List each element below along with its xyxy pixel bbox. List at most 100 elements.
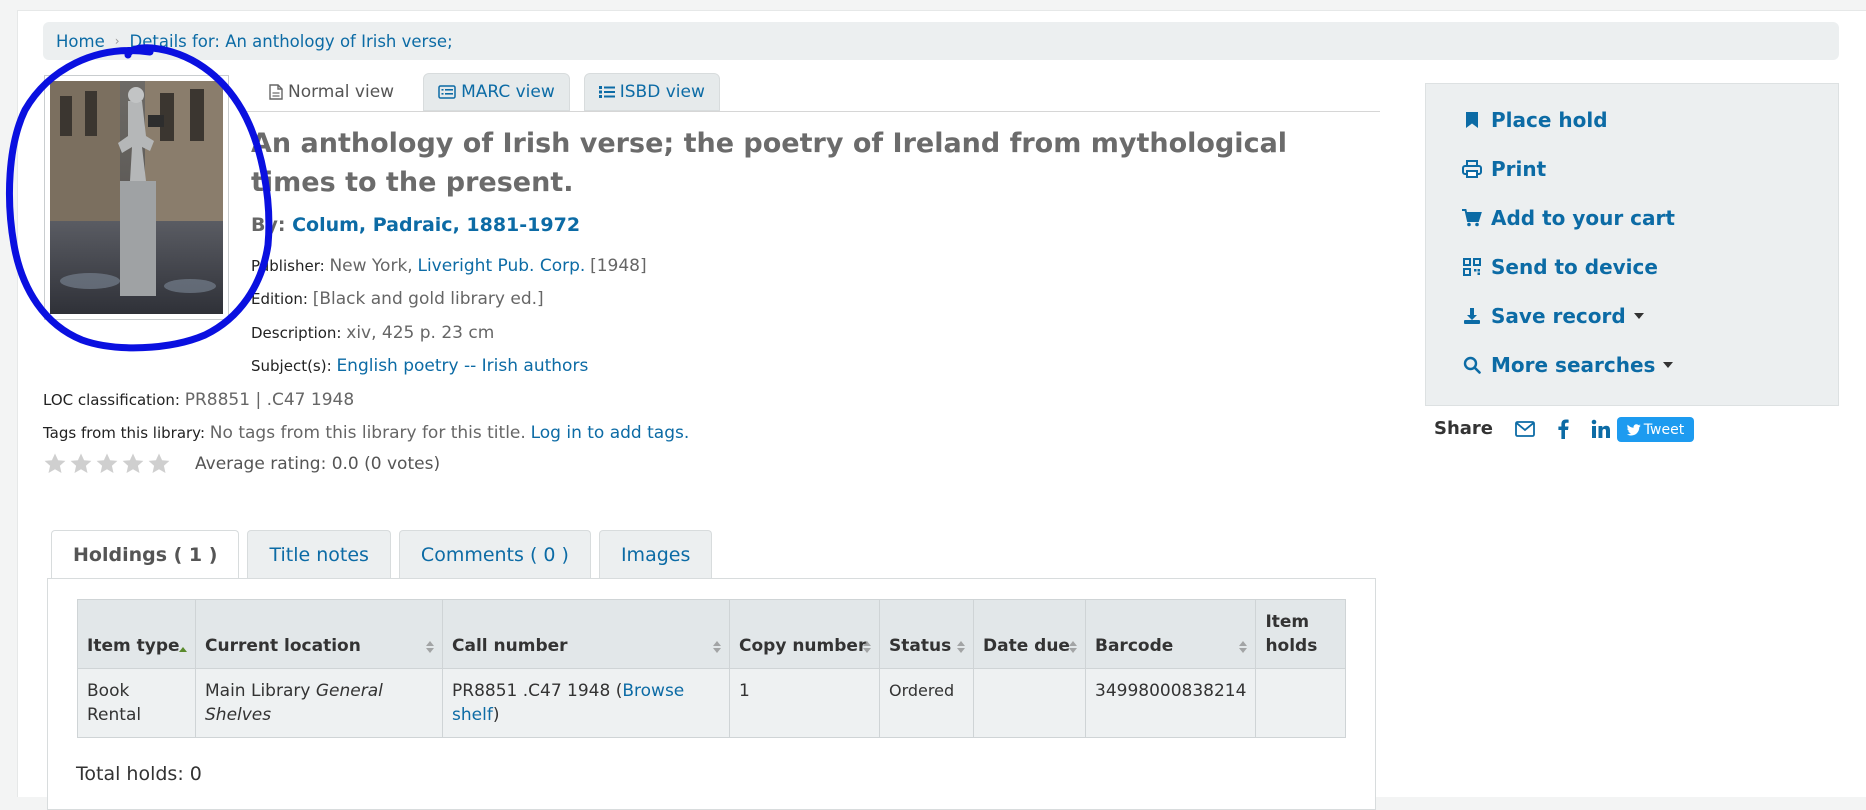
tab-normal-view-label: Normal view	[288, 82, 395, 102]
column-header-barcode[interactable]: Barcode	[1084, 599, 1257, 669]
star-icon[interactable]	[69, 452, 93, 476]
breadcrumb: Home › Details for: An anthology of Iris…	[43, 22, 1839, 60]
share-bar: Share	[1434, 418, 1633, 439]
breadcrumb-home-link[interactable]: Home	[43, 32, 105, 51]
column-header-call-number[interactable]: Call number	[442, 599, 730, 669]
column-header-current-location[interactable]: Current location	[195, 599, 443, 669]
tab-marc-view[interactable]: MARC view	[423, 73, 570, 111]
holdings-tabs: Holdings ( 1 ) Title notes Comments ( 0 …	[51, 530, 713, 579]
description-label: Description:	[251, 324, 342, 342]
tab-title-notes[interactable]: Title notes	[247, 530, 391, 578]
place-hold-button[interactable]: Place hold	[1461, 108, 1608, 132]
table-row: Book Rental Main Library General Shelves…	[77, 668, 1346, 738]
tab-images[interactable]: Images	[598, 530, 713, 578]
description-line: Description: xiv, 425 p. 23 cm	[251, 323, 494, 343]
cell-barcode: 34998000838214	[1084, 668, 1257, 738]
cell-status: Ordered	[879, 668, 974, 738]
email-share-button[interactable]	[1515, 420, 1535, 437]
linkedin-share-button[interactable]	[1591, 419, 1611, 439]
column-header-date-due[interactable]: Date due	[973, 599, 1086, 669]
column-header-label: Barcode	[1095, 636, 1174, 656]
star-icon[interactable]	[121, 452, 145, 476]
author-link[interactable]: Colum, Padraic, 1881-1972	[292, 214, 580, 236]
column-header-copy-number[interactable]: Copy number	[729, 599, 880, 669]
tab-holdings[interactable]: Holdings ( 1 )	[51, 530, 240, 579]
location-name: Main Library	[205, 681, 311, 701]
star-icon[interactable]	[43, 452, 67, 476]
tab-comments[interactable]: Comments ( 0 )	[398, 530, 591, 578]
subject-link[interactable]: English poetry -- Irish authors	[336, 356, 588, 376]
publisher-place: New York,	[329, 256, 413, 276]
column-header-item-type[interactable]: Item type	[77, 599, 196, 669]
view-tabs: Normal view MARC view ISBD view	[254, 73, 720, 111]
publisher-year: [1948]	[590, 256, 647, 276]
tags-line: Tags from this library: No tags from thi…	[43, 423, 689, 443]
chevron-down-icon	[1663, 362, 1674, 368]
add-to-cart-button[interactable]: Add to your cart	[1461, 206, 1675, 230]
column-header-label: Call number	[452, 636, 568, 656]
send-to-device-button[interactable]: Send to device	[1461, 255, 1658, 279]
tab-isbd-view[interactable]: ISBD view	[583, 73, 720, 111]
cell-copy-number: 1	[729, 668, 880, 738]
tweet-button[interactable]: Tweet	[1617, 417, 1694, 442]
holdings-table: Item type Current location Call number C…	[77, 599, 1346, 738]
tab-normal-view[interactable]: Normal view	[254, 73, 410, 111]
print-button[interactable]: Print	[1461, 157, 1546, 181]
column-header-label: Status	[889, 636, 952, 656]
share-label: Share	[1434, 418, 1494, 439]
cell-item-holds	[1255, 668, 1346, 738]
envelope-icon	[1515, 420, 1535, 437]
tweet-label: Tweet	[1643, 421, 1685, 438]
loc-label: LOC classification:	[43, 391, 180, 409]
place-hold-label: Place hold	[1491, 108, 1608, 132]
facebook-icon	[1558, 419, 1569, 439]
table-header-row: Item type Current location Call number C…	[77, 599, 1346, 669]
tags-label: Tags from this library:	[43, 424, 206, 442]
breadcrumb-separator: ›	[114, 34, 120, 48]
facebook-share-button[interactable]	[1557, 419, 1569, 439]
total-holds: Total holds: 0	[76, 763, 202, 785]
column-header-label: Copy number	[739, 636, 867, 656]
actions-panel: Place hold Print Add to your cart Send t…	[1425, 83, 1839, 406]
tags-login-link[interactable]: Log in to add tags.	[531, 423, 690, 443]
save-record-dropdown[interactable]: Save record	[1461, 304, 1644, 328]
search-icon	[1463, 356, 1481, 374]
tags-text: No tags from this library for this title…	[209, 423, 526, 443]
save-record-label: Save record	[1491, 304, 1626, 328]
cell-call-number: PR8851 .C47 1948 (Browse shelf)	[442, 668, 730, 738]
tab-marc-view-label: MARC view	[461, 82, 555, 102]
cover-image[interactable]	[44, 75, 229, 320]
column-header-label: Date due	[983, 636, 1070, 656]
publisher-label: Publisher:	[251, 257, 325, 275]
sort-icon	[863, 641, 871, 653]
column-header-label: Item holds	[1265, 612, 1318, 656]
rating: Average rating: 0.0 (0 votes)	[43, 452, 440, 476]
more-searches-label: More searches	[1491, 353, 1656, 377]
twitter-icon	[1626, 423, 1641, 436]
print-label: Print	[1491, 157, 1547, 181]
cell-current-location: Main Library General Shelves	[195, 668, 443, 738]
add-to-cart-label: Add to your cart	[1491, 206, 1675, 230]
star-icon[interactable]	[95, 452, 119, 476]
star-icon[interactable]	[147, 452, 171, 476]
cart-icon	[1462, 209, 1482, 227]
rating-average: Average rating: 0.0 (0 votes)	[195, 454, 441, 474]
linkedin-icon	[1591, 419, 1611, 438]
call-number: PR8851 .C47 1948	[452, 681, 611, 701]
column-header-item-holds: Item holds	[1255, 599, 1346, 669]
loc-value: PR8851 | .C47 1948	[184, 390, 355, 410]
sort-icon	[713, 641, 721, 653]
breadcrumb-current-link[interactable]: Details for: An anthology of Irish verse…	[130, 32, 453, 51]
publisher-link[interactable]: Liveright Pub. Corp.	[417, 256, 585, 276]
sort-icon	[957, 641, 965, 653]
more-searches-dropdown[interactable]: More searches	[1461, 353, 1674, 377]
rating-stars	[43, 452, 171, 476]
sort-asc-icon	[179, 647, 187, 652]
description-value: xiv, 425 p. 23 cm	[346, 323, 495, 343]
column-header-label: Item type	[87, 636, 180, 656]
column-header-status[interactable]: Status	[879, 599, 974, 669]
subjects-line: Subject(s): English poetry -- Irish auth…	[251, 356, 588, 376]
publisher-line: Publisher: New York, Liveright Pub. Corp…	[251, 256, 647, 276]
bookmark-icon	[1466, 112, 1478, 128]
edition-line: Edition: [Black and gold library ed.]	[251, 289, 544, 309]
